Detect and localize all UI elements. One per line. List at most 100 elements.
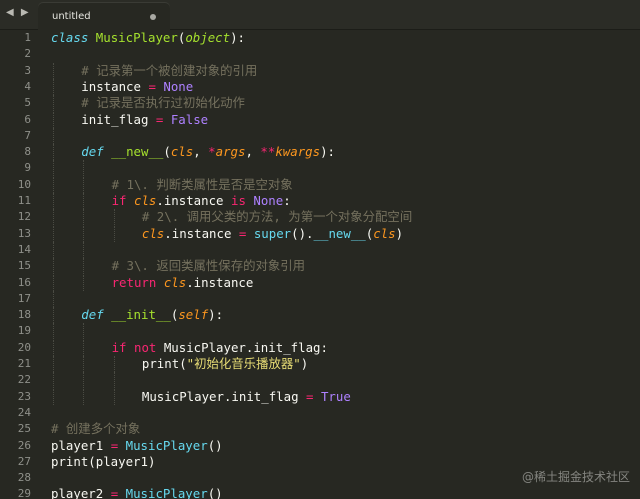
line-number: 23 — [17, 389, 31, 403]
code-line: 5 # 记录是否执行过初始化动作 — [0, 95, 640, 112]
indent-guide — [53, 241, 54, 258]
code-token: __new__ — [111, 144, 164, 160]
indent-guide — [113, 225, 115, 242]
code-line: 4 instance = None — [0, 78, 640, 95]
indent-guide — [83, 193, 85, 209]
indent-guide — [83, 323, 85, 340]
line-number: 22 — [17, 373, 31, 387]
back-arrow-icon[interactable]: ◀ — [6, 7, 16, 18]
code-token: # 创建多个对象 — [51, 421, 141, 437]
indent-guide — [53, 372, 54, 389]
code-token: True — [320, 388, 351, 404]
code-token: ** — [260, 144, 276, 160]
code-token: args — [215, 144, 246, 160]
code-token: MusicPlayer.init_flag — [141, 388, 307, 404]
code-line: 3 # 记录第一个被创建对象的引用 — [0, 62, 640, 79]
code-text: # 创建多个对象 — [51, 421, 140, 437]
code-text: MusicPlayer.init_flag = True — [142, 389, 351, 405]
code-line: 22 — [0, 372, 640, 389]
code-token: # 3\. 返回类属性保存的对象引用 — [111, 258, 306, 274]
code-token: # 记录第一个被创建对象的引用 — [81, 62, 258, 78]
indent-guide — [53, 176, 54, 193]
code-token: def — [81, 144, 104, 160]
line-number: 13 — [17, 226, 31, 240]
code-line: 11 if cls.instance is None: — [0, 193, 640, 209]
line-number: 26 — [17, 438, 31, 452]
code-token: MusicPlayer — [95, 30, 178, 45]
tab-untitled[interactable]: untitled — [38, 3, 170, 30]
code-token: __init__ — [111, 307, 171, 323]
indent-guide — [53, 144, 54, 161]
code-token: ) — [395, 225, 404, 241]
line-number: 29 — [17, 487, 31, 499]
code-token: , — [193, 144, 209, 160]
indent-guide — [53, 356, 54, 372]
unsaved-dot-icon[interactable] — [150, 14, 156, 20]
indent-guide — [53, 225, 54, 242]
indent-guide — [83, 388, 85, 405]
code-line: 10 # 1\. 判断类属性是否是空对象 — [0, 176, 640, 193]
line-number: 27 — [17, 454, 31, 468]
code-line: 21 print("初始化音乐播放器") — [0, 356, 640, 372]
line-number: 8 — [24, 145, 31, 159]
code-text: def __init__(self): — [81, 307, 223, 323]
code-token: None — [253, 193, 284, 208]
code-token: # 1\. 判断类属性是否是空对象 — [111, 176, 293, 192]
line-number: 4 — [24, 79, 31, 93]
line-number: 24 — [17, 405, 31, 419]
indent-guide — [53, 160, 54, 177]
indent-guide — [83, 209, 85, 226]
code-token: print(player1) — [51, 453, 156, 469]
indent-guide — [83, 176, 85, 193]
code-token: cls — [170, 144, 194, 160]
line-number: 12 — [17, 210, 31, 224]
code-line: 1 class MusicPlayer(object): — [0, 30, 640, 46]
code-token: () — [207, 437, 223, 453]
indent-guide — [113, 372, 115, 389]
code-token: return — [111, 274, 157, 290]
code-text: cls.instance = super().__new__(cls) — [142, 226, 403, 242]
code-text: # 记录是否执行过初始化动作 — [81, 95, 245, 111]
code-editor[interactable]: 1 class MusicPlayer(object): 2 3 # 记录第一个被创建对… — [0, 30, 640, 499]
indent-guide — [83, 356, 85, 372]
tab-nav-arrows: ◀ ▶ — [6, 7, 31, 18]
code-token: cls — [163, 274, 187, 290]
code-token: .instance — [156, 193, 231, 208]
code-token: ) — [300, 356, 309, 371]
code-text: return cls.instance — [112, 275, 254, 291]
code-token: not — [133, 339, 157, 355]
tab-title: untitled — [52, 11, 91, 22]
code-token: player1 — [51, 437, 111, 453]
forward-arrow-icon[interactable]: ▶ — [21, 7, 31, 18]
code-token: init_flag — [81, 111, 156, 127]
code-token: MusicPlayer — [125, 486, 208, 499]
code-token: if — [111, 193, 127, 208]
code-line: 8 def __new__(cls, *args, **kwargs): — [0, 144, 640, 161]
code-token: = — [148, 78, 156, 94]
indent-guide — [53, 78, 54, 95]
code-text: print("初始化音乐播放器") — [142, 356, 308, 372]
code-token: , — [245, 144, 261, 160]
indent-guide — [53, 290, 54, 307]
code-token: player2 — [51, 486, 111, 499]
code-token: cls — [133, 193, 157, 208]
code-line: 18 def __init__(self): — [0, 307, 640, 324]
code-line: 26 player1 = MusicPlayer() — [0, 438, 640, 454]
indent-guide — [53, 388, 54, 405]
code-token: kwargs — [275, 144, 321, 160]
code-line: 19 — [0, 323, 640, 340]
line-number: 1 — [24, 31, 31, 44]
code-line: 6 init_flag = False — [0, 111, 640, 128]
code-token: MusicPlayer — [125, 437, 208, 453]
indent-guide — [53, 274, 54, 291]
indent-guide — [113, 209, 115, 226]
code-token: print( — [141, 356, 187, 371]
code-token: cls — [141, 225, 165, 241]
code-line: 15 # 3\. 返回类属性保存的对象引用 — [0, 258, 640, 275]
code-token: "初始化音乐播放器" — [186, 356, 301, 371]
indent-guide — [83, 274, 85, 291]
code-token: ( — [163, 144, 171, 160]
